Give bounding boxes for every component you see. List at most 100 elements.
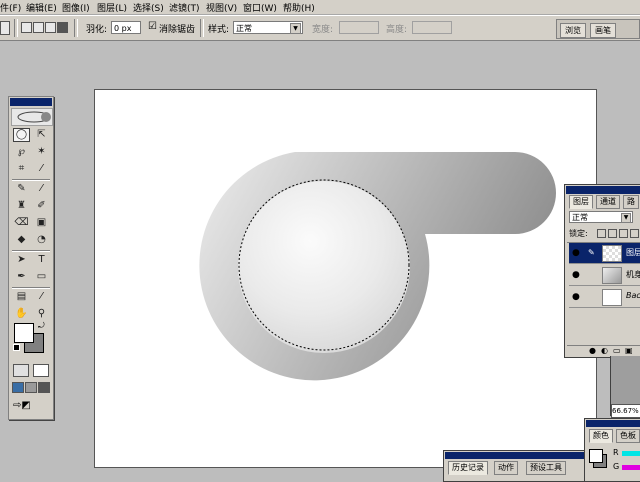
- document-canvas[interactable]: [94, 89, 597, 468]
- pen-tool-icon[interactable]: ✒: [13, 270, 30, 284]
- menu-layer[interactable]: 图层(L): [97, 1, 127, 14]
- adjustment-layer-icon[interactable]: ◐: [601, 346, 608, 355]
- feather-label: 羽化:: [86, 25, 108, 35]
- layer-row-2[interactable]: ● 机身: [569, 265, 640, 286]
- style-select[interactable]: 正常 ▼: [233, 21, 303, 34]
- eraser-tool-icon[interactable]: ⌫: [13, 216, 30, 230]
- style-label: 样式:: [208, 25, 230, 35]
- new-set-icon[interactable]: ▭: [613, 346, 621, 355]
- history-panel: 历史记录 动作 预设工具: [443, 450, 590, 482]
- chevron-down-icon[interactable]: ▼: [621, 213, 631, 223]
- lasso-tool-icon[interactable]: ℘: [13, 145, 30, 159]
- healing-brush-icon[interactable]: ✎: [13, 182, 30, 196]
- tab-color[interactable]: 颜色: [589, 429, 613, 443]
- eye-icon[interactable]: ●: [572, 248, 580, 258]
- history-panel-title-bar[interactable]: [445, 452, 589, 459]
- crop-tool-icon[interactable]: ⌗: [13, 162, 30, 176]
- feather-input[interactable]: 0 px: [111, 21, 141, 34]
- menu-bar: 件(F) 编辑(E) 图像(I) 图层(L) 选择(S) 滤镜(T) 视图(V)…: [0, 0, 640, 15]
- notes-tool-icon[interactable]: ▤: [13, 290, 30, 304]
- options-bar: 羽化: 0 px ☑ 消除锯齿 样式: 正常 ▼ 宽度: 高度:: [0, 15, 640, 41]
- menu-view[interactable]: 视图(V): [206, 1, 237, 14]
- layer-row-3[interactable]: ● Background: [569, 287, 640, 308]
- new-layer-icon[interactable]: ▣: [625, 346, 633, 355]
- zoom-tool-icon[interactable]: ⚲: [33, 307, 50, 321]
- eye-icon[interactable]: ●: [572, 292, 580, 302]
- screen-mode-full-menu-icon[interactable]: [25, 382, 37, 393]
- antialias-checkbox[interactable]: ☑: [148, 21, 157, 32]
- style-select-value: 正常: [236, 24, 252, 33]
- blur-tool-icon[interactable]: ◆: [13, 233, 30, 247]
- tab-browse[interactable]: 浏览: [560, 23, 586, 38]
- toolbox-title-bar[interactable]: [10, 98, 52, 106]
- new-selection-icon[interactable]: [21, 22, 32, 33]
- jump-to-imageready-icon[interactable]: ⇨◩: [13, 400, 47, 412]
- eyedropper-icon[interactable]: ⁄: [33, 290, 50, 304]
- menu-filter[interactable]: 滤镜(T): [169, 1, 200, 14]
- layer-thumbnail: [602, 267, 622, 284]
- height-input[interactable]: [412, 21, 452, 34]
- lock-position-icon[interactable]: [619, 229, 628, 238]
- color-panel-title-bar[interactable]: [586, 420, 640, 427]
- foreground-color-swatch[interactable]: [14, 323, 34, 343]
- menu-image[interactable]: 图像(I): [62, 1, 90, 14]
- separator: [74, 19, 78, 37]
- layers-panel-title-bar[interactable]: [566, 186, 640, 194]
- lock-pixels-icon[interactable]: [608, 229, 617, 238]
- menu-window[interactable]: 窗口(W): [243, 1, 277, 14]
- hand-tool-icon[interactable]: ✋: [13, 307, 30, 321]
- layer-style-icon[interactable]: ●: [589, 346, 596, 355]
- menu-help[interactable]: 帮助(H): [283, 1, 315, 14]
- g-slider[interactable]: [622, 465, 640, 470]
- tab-channels[interactable]: 通道: [596, 195, 620, 209]
- width-input[interactable]: [339, 21, 379, 34]
- quick-mask-mode-icon[interactable]: [33, 364, 49, 377]
- path-selection-icon[interactable]: ➤: [13, 253, 30, 267]
- tab-swatches[interactable]: 色板: [616, 429, 640, 443]
- tab-layers[interactable]: 图层: [569, 195, 593, 209]
- magic-wand-icon[interactable]: ✶: [33, 145, 50, 159]
- feather-logo-icon[interactable]: [11, 108, 53, 126]
- eye-icon[interactable]: ●: [572, 270, 580, 280]
- menu-edit[interactable]: 编辑(E): [26, 1, 57, 14]
- r-slider[interactable]: [622, 451, 640, 456]
- intersect-selection-icon[interactable]: [57, 22, 68, 33]
- type-tool-icon[interactable]: T: [33, 253, 50, 267]
- layer-name: 机身: [626, 270, 640, 279]
- tab-paths[interactable]: 路: [623, 195, 639, 209]
- lock-transparency-icon[interactable]: [597, 229, 606, 238]
- marquee-tool-icon[interactable]: ◯: [13, 128, 30, 142]
- brush-tool-icon[interactable]: ⁄: [33, 182, 50, 196]
- tab-history[interactable]: 历史记录: [448, 461, 488, 475]
- tab-tool-presets[interactable]: 预设工具: [526, 461, 566, 475]
- tab-brushes[interactable]: 画笔: [590, 23, 616, 38]
- chevron-down-icon[interactable]: ▼: [290, 23, 301, 34]
- swap-colors-icon[interactable]: ⤾: [38, 321, 45, 331]
- standard-mode-icon[interactable]: [13, 364, 29, 377]
- shape-tool-icon[interactable]: ▭: [33, 270, 50, 284]
- menu-select[interactable]: 选择(S): [133, 1, 164, 14]
- layer-name: 图层: [626, 248, 640, 257]
- add-selection-icon[interactable]: [33, 22, 44, 33]
- clone-stamp-icon[interactable]: ♜: [13, 199, 30, 213]
- gradient-tool-icon[interactable]: ▣: [33, 216, 50, 230]
- zoom-field[interactable]: 66.67%: [611, 404, 640, 418]
- screen-mode-full-icon[interactable]: [38, 382, 50, 393]
- layer-row-1[interactable]: ● ✎ 图层: [569, 243, 640, 264]
- move-tool-icon[interactable]: ⇱: [33, 128, 50, 142]
- tool-preset-picker[interactable]: [0, 21, 10, 35]
- separator: [14, 19, 18, 37]
- tab-actions[interactable]: 动作: [494, 461, 518, 475]
- menu-file[interactable]: 件(F): [0, 1, 21, 14]
- layer-name: Background: [626, 291, 640, 300]
- dodge-tool-icon[interactable]: ◔: [33, 233, 50, 247]
- foreground-color-chip[interactable]: [589, 449, 603, 463]
- subtract-selection-icon[interactable]: [45, 22, 56, 33]
- lock-all-icon[interactable]: [630, 229, 639, 238]
- history-brush-icon[interactable]: ✐: [33, 199, 50, 213]
- slice-tool-icon[interactable]: ⁄: [33, 162, 50, 176]
- screen-mode-standard-icon[interactable]: [12, 382, 24, 393]
- blend-mode-select[interactable]: 正常 ▼: [569, 211, 633, 223]
- lock-label: 锁定:: [569, 229, 588, 238]
- default-colors-icon[interactable]: [13, 344, 20, 351]
